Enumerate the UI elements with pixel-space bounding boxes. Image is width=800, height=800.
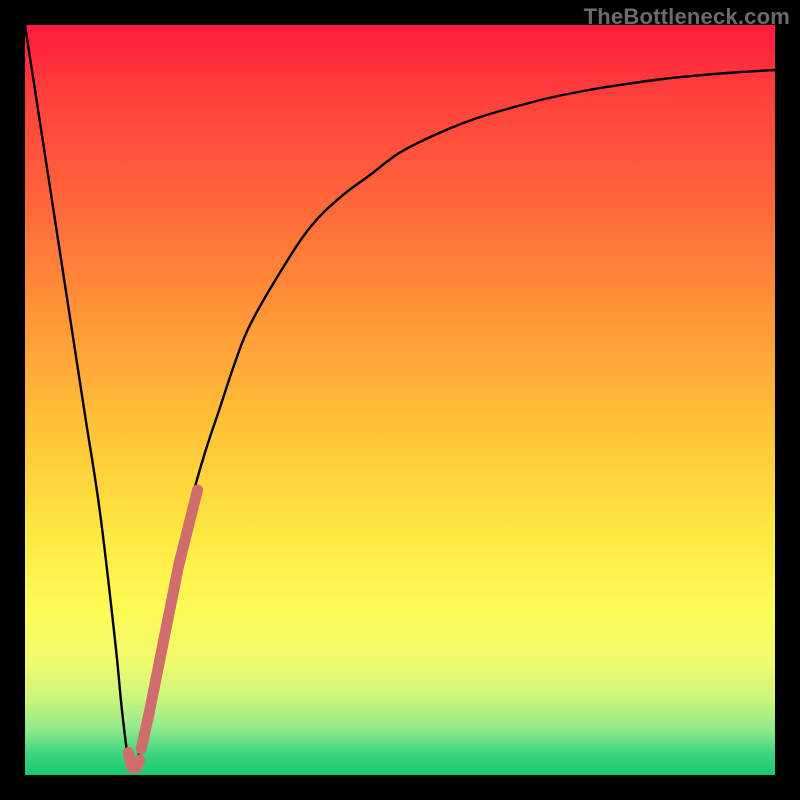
- highlight-hook: [129, 753, 140, 769]
- plot-area: [25, 25, 775, 775]
- chart-frame: TheBottleneck.com: [0, 0, 800, 800]
- watermark-text: TheBottleneck.com: [584, 4, 790, 30]
- chart-svg: [25, 25, 775, 775]
- highlight-segment: [141, 490, 197, 749]
- bottleneck-curve: [25, 25, 775, 771]
